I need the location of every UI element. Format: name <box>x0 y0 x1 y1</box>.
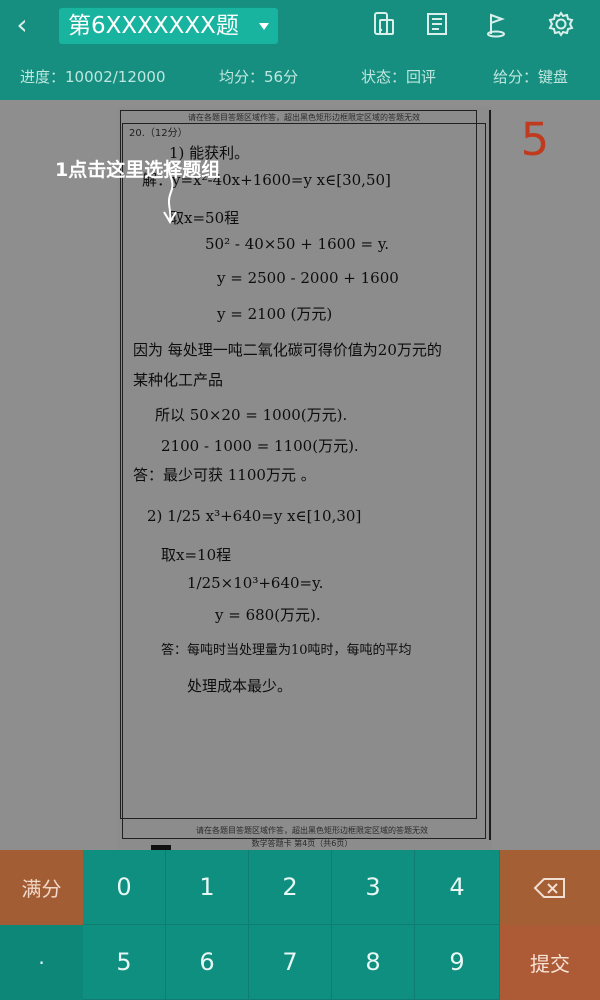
average-value: 56分 <box>264 68 299 86</box>
average-label: 均分： <box>219 68 265 86</box>
annotation-text: 1点击这里选择题组 <box>55 159 221 181</box>
handwriting-line: 答：每吨时当处理量为10吨时，每吨的平均 <box>161 643 412 658</box>
handwriting-line: 2) 1/25 x³+640=y x∈[10,30] <box>147 507 362 525</box>
handwriting-line: y = 2500 - 2000 + 1600 <box>217 269 399 287</box>
handwriting-line: 因为 每处理一吨二氧化碳可得价值为20万元的 <box>133 341 442 359</box>
digit-0-button[interactable]: 0 <box>83 850 166 925</box>
phone-icon[interactable] <box>370 10 398 38</box>
digit-1-button[interactable]: 1 <box>166 850 249 925</box>
digit-4-button[interactable]: 4 <box>415 850 500 925</box>
progress: 进度：10002/12000 <box>20 66 166 87</box>
digit-9-button[interactable]: 9 <box>415 925 500 1000</box>
handwriting-line: 某种化工产品 <box>133 371 224 389</box>
handwriting-line: y = 680(万元). <box>215 606 321 624</box>
answer-sheet-view[interactable]: 请在各题目答题区域作答，超出黑色矩形边框限定区域的答题无效 20.（12分） 1… <box>0 100 600 850</box>
handwriting-line: 2100 - 1000 = 1100(万元). <box>161 437 359 455</box>
question-group-selector[interactable]: 第6XXXXXXX题 <box>59 7 278 44</box>
grading-state: 状态：回评 <box>361 66 436 87</box>
state-label: 状态： <box>361 68 407 86</box>
state-value: 回评 <box>406 68 437 86</box>
question-group-title: 第6XXXXXXX题 <box>68 13 239 39</box>
digit-8-button[interactable]: 8 <box>332 925 415 1000</box>
score-mode-value: 键盘 <box>538 68 569 86</box>
digit-7-button[interactable]: 7 <box>249 925 332 1000</box>
full-score-button[interactable]: 满分 <box>0 850 83 925</box>
digit-6-button[interactable]: 6 <box>166 925 249 1000</box>
handwriting-line: 50² - 40×50 + 1600 = y. <box>205 235 390 253</box>
sheet-footer-text: 请在各题目答题区域作答，超出黑色矩形边框限定区域的答题无效 <box>196 826 428 835</box>
status-bar: 进度：10002/12000 均分：56分 状态：回评 给分：键盘 <box>0 50 600 100</box>
top-bar: ‹ 第6XXXXXXX题 <box>0 0 600 50</box>
handwriting-line: 处理成本最少。 <box>187 677 293 695</box>
flag-icon[interactable] <box>482 10 510 38</box>
handwriting-line: 1/25×10³+640=y. <box>187 574 324 592</box>
handwriting-line: y = 2100 (万元) <box>217 305 333 323</box>
score-mode: 给分：键盘 <box>493 66 568 87</box>
digit-2-button[interactable]: 2 <box>249 850 332 925</box>
decimal-point-button[interactable]: · <box>0 925 83 1000</box>
average-score: 均分：56分 <box>219 66 298 87</box>
score-mode-label: 给分： <box>493 68 539 86</box>
handwriting-line: 答：最少可获 1100万元 。 <box>133 466 316 484</box>
sheet-page-text: 数学答题卡 第4页（共6页） <box>251 839 353 848</box>
digit-5-button[interactable]: 5 <box>83 925 166 1000</box>
backspace-button[interactable] <box>500 850 600 925</box>
handwriting-line: 取x=10程 <box>161 546 232 564</box>
chevron-left-icon: ‹ <box>16 8 28 41</box>
question-number: 20.（12分） <box>129 128 188 139</box>
progress-value: 10002/12000 <box>65 68 166 86</box>
score-display: 5 <box>520 113 550 166</box>
handwriting-line: 所以 50×20 = 1000(万元). <box>155 406 348 424</box>
back-button[interactable]: ‹ <box>8 8 36 42</box>
digit-3-button[interactable]: 3 <box>332 850 415 925</box>
caret-down-icon <box>259 23 269 30</box>
score-divider <box>489 110 491 840</box>
progress-label: 进度： <box>20 68 66 86</box>
annotation-arrow-icon <box>163 162 177 224</box>
score-keypad: 满分 0 1 2 3 4 · 5 6 7 8 9 提交 <box>0 850 600 1000</box>
backspace-icon <box>533 877 565 898</box>
document-icon[interactable] <box>423 10 451 38</box>
gear-icon[interactable] <box>547 10 575 38</box>
submit-button[interactable]: 提交 <box>500 925 600 1000</box>
